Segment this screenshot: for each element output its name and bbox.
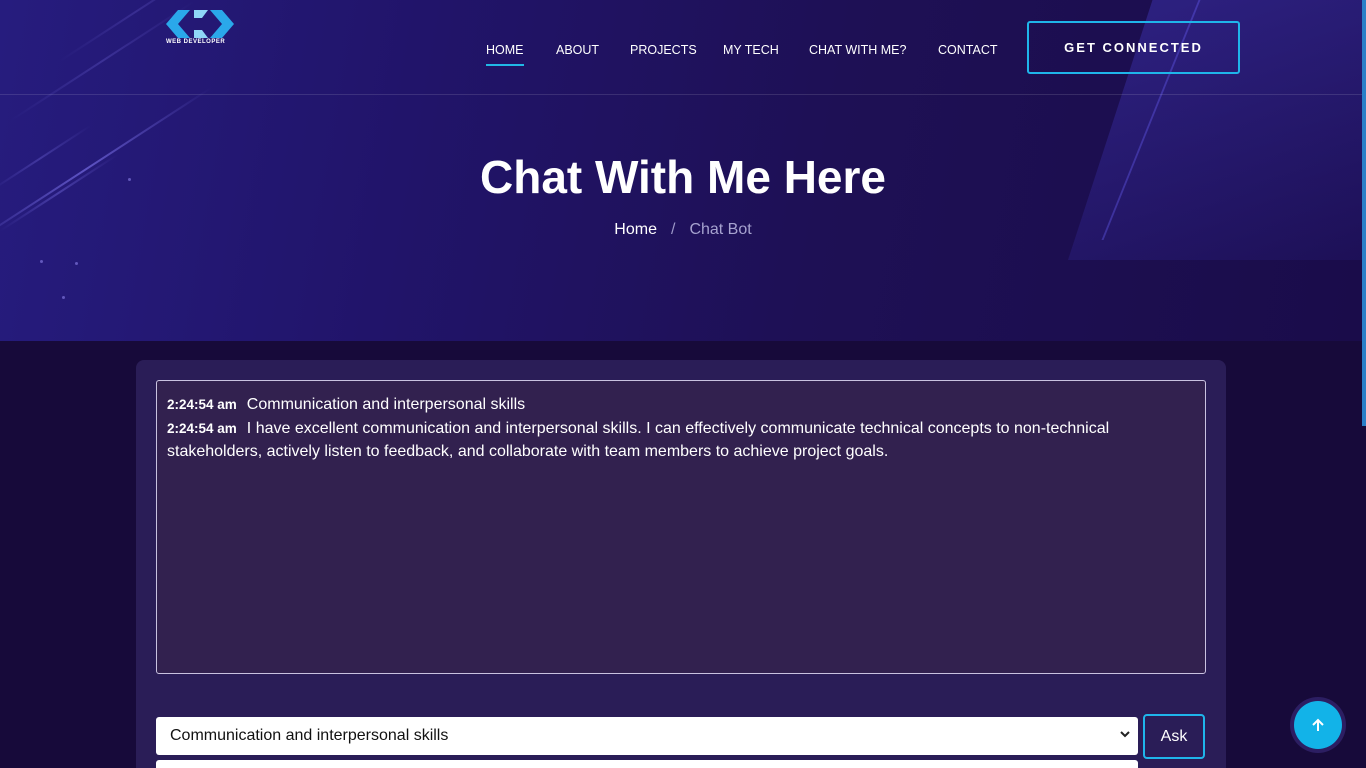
nav-about[interactable]: ABOUT: [556, 43, 599, 57]
logo-text: WEB DEVELOPER: [166, 39, 226, 45]
message-text: Communication and interpersonal skills: [246, 396, 526, 413]
chat-log[interactable]: 2:24:54 am Communication and interpersona…: [156, 380, 1206, 674]
hero-decor-dot: [40, 260, 43, 263]
nav-contact[interactable]: CONTACT: [938, 43, 998, 57]
site-header: WEB DEVELOPER HOME ABOUT PROJECTS MY TEC…: [0, 0, 1366, 95]
nav-home[interactable]: HOME: [486, 43, 524, 66]
breadcrumb-current: Chat Bot: [689, 221, 752, 238]
chat-message: 2:24:54 am Communication and interpersona…: [167, 393, 1195, 417]
scroll-to-top-button[interactable]: [1290, 697, 1346, 753]
breadcrumb: Home / Chat Bot: [0, 221, 1366, 239]
question-select-value: Communication and interpersonal skills: [170, 727, 449, 744]
message-timestamp: 2:24:54 am: [167, 397, 237, 412]
scroll-to-top-inner: [1294, 701, 1342, 749]
nav-chat-with-me[interactable]: CHAT WITH ME?: [809, 43, 906, 57]
page-title: Chat With Me Here: [480, 151, 886, 203]
secondary-input-field[interactable]: [156, 760, 1138, 768]
get-connected-button[interactable]: GET CONNECTED: [1027, 21, 1240, 74]
breadcrumb-separator: /: [670, 221, 676, 238]
breadcrumb-home-link[interactable]: Home: [614, 221, 657, 238]
message-timestamp: 2:24:54 am: [167, 420, 237, 436]
page-scrollbar[interactable]: [1362, 0, 1366, 426]
arrow-up-icon: [1312, 718, 1324, 731]
chevron-down-icon: [1120, 731, 1130, 738]
message-text: I have excellent communication and inter…: [167, 419, 1110, 461]
question-select[interactable]: Communication and interpersonal skills: [156, 717, 1138, 755]
hero-decor-dot: [62, 296, 65, 299]
chat-message: 2:24:54 am I have excellent communication…: [167, 417, 1195, 464]
nav-projects[interactable]: PROJECTS: [630, 43, 697, 57]
nav-my-tech[interactable]: MY TECH: [723, 43, 779, 57]
ask-button[interactable]: Ask: [1143, 714, 1205, 759]
hero-decor-dot: [75, 262, 78, 265]
